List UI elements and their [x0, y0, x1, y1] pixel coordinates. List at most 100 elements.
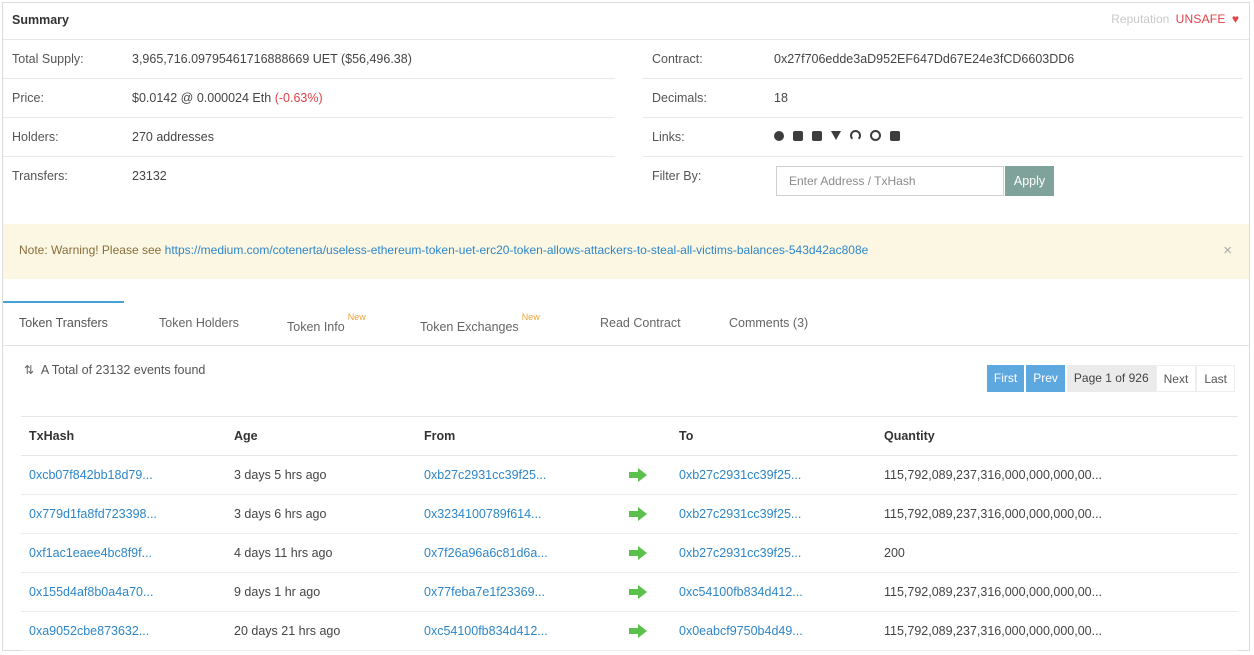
tab-token-exchanges[interactable]: Token ExchangesNew	[420, 301, 540, 345]
quantity-cell: 115,792,089,237,316,000,000,000,00...	[876, 494, 1238, 534]
apply-button[interactable]: Apply	[1005, 166, 1054, 196]
heart-icon: ♥	[1231, 12, 1239, 26]
links-label: Links:	[652, 130, 685, 144]
reputation-status[interactable]: UNSAFE	[1176, 12, 1226, 26]
email-icon[interactable]	[793, 130, 803, 141]
github-icon[interactable]	[850, 130, 861, 141]
telegram-icon[interactable]	[890, 130, 900, 141]
price-change: (-0.63%)	[274, 91, 323, 105]
reputation-label: Reputation	[1111, 12, 1170, 26]
table-row: 0xa9052cbe873632... 20 days 21 hrs ago 0…	[21, 611, 1238, 651]
price-label: Price:	[12, 91, 44, 105]
contract-address-link[interactable]: 0x27f706edde3aD952EF647Dd67E24e3fCD6603D…	[774, 52, 1074, 66]
new-badge: New	[347, 312, 366, 322]
quantity-cell: 200	[876, 533, 1238, 573]
right-arrow-icon	[621, 455, 671, 495]
from-address-link[interactable]: 0x3234100789f614...	[424, 507, 541, 521]
to-address-link[interactable]: 0xb27c2931cc39f25...	[679, 468, 801, 482]
twitter-icon[interactable]	[831, 131, 841, 140]
from-address-link[interactable]: 0xb27c2931cc39f25...	[424, 468, 546, 482]
age-cell: 9 days 1 hr ago	[226, 572, 416, 612]
txhash-link[interactable]: 0x155d4af8b0a4a70...	[29, 585, 153, 599]
events-total: ⇅ A Total of 23132 events found	[24, 363, 205, 377]
filter-input[interactable]	[776, 166, 1004, 196]
tab-label: Token Transfers	[19, 316, 108, 330]
quantity-cell: 115,792,089,237,316,000,000,000,00...	[876, 455, 1238, 495]
holders-row: Holders: 270 addresses	[3, 118, 615, 157]
last-page-button[interactable]: Last	[1196, 365, 1235, 392]
total-supply-row: Total Supply: 3,965,716.0979546171688866…	[3, 40, 615, 79]
facebook-icon[interactable]	[812, 130, 822, 141]
table-row: 0x155d4af8b0a4a70... 9 days 1 hr ago 0x7…	[21, 572, 1238, 612]
to-address-link[interactable]: 0xb27c2931cc39f25...	[679, 546, 801, 560]
quantity-cell: 115,792,089,237,316,000,000,000,00...	[876, 611, 1238, 651]
age-cell: 3 days 5 hrs ago	[226, 455, 416, 495]
total-supply-value: 3,965,716.09795461716888669 UET ($56,496…	[132, 52, 412, 66]
contract-label: Contract:	[652, 52, 703, 66]
pagination: First Prev Page 1 of 926 Next Last	[986, 365, 1235, 392]
warning-link[interactable]: https://medium.com/cotenerta/useless-eth…	[165, 243, 869, 257]
tab-bar: Token Transfers Token Holders Token Info…	[3, 301, 1249, 346]
summary-header: Summary Reputation UNSAFE ♥	[3, 3, 1249, 40]
next-page-button[interactable]: Next	[1155, 365, 1197, 392]
table-row: 0xf1ac1eaee4bc8f9f... 4 days 11 hrs ago …	[21, 533, 1238, 573]
price-value: $0.0142 @ 0.000024 Eth	[132, 91, 272, 105]
col-quantity: Quantity	[876, 416, 1238, 456]
txhash-link[interactable]: 0x779d1fa8fd723398...	[29, 507, 157, 521]
sort-icon: ⇅	[24, 363, 35, 377]
social-links	[774, 130, 900, 141]
to-address-link[interactable]: 0xc54100fb834d412...	[679, 585, 803, 599]
filter-label: Filter By:	[652, 169, 702, 183]
table-row: 0x779d1fa8fd723398... 3 days 6 hrs ago 0…	[21, 494, 1238, 534]
quantity-cell: 115,792,089,237,316,000,000,000,00...	[876, 572, 1238, 612]
right-arrow-icon	[621, 533, 671, 573]
token-page: Summary Reputation UNSAFE ♥ Total Supply…	[2, 2, 1250, 651]
website-icon[interactable]	[774, 130, 784, 141]
price-value-wrap: $0.0142 @ 0.000024 Eth (-0.63%)	[132, 91, 323, 105]
decimals-label: Decimals:	[652, 91, 707, 105]
age-cell: 20 days 21 hrs ago	[226, 611, 416, 651]
to-address-link[interactable]: 0x0eabcf9750b4d49...	[679, 624, 803, 638]
transfers-value: 23132	[132, 169, 167, 183]
close-icon[interactable]: ×	[1223, 242, 1232, 259]
new-badge: New	[521, 312, 540, 322]
to-address-link[interactable]: 0xb27c2931cc39f25...	[679, 507, 801, 521]
holders-label: Holders:	[12, 130, 59, 144]
transfers-label: Transfers:	[12, 169, 68, 183]
prev-page-button[interactable]: Prev	[1026, 365, 1065, 392]
summary-title: Summary	[12, 13, 69, 27]
tab-label: Read Contract	[600, 316, 681, 330]
holders-value: 270 addresses	[132, 130, 215, 144]
txhash-link[interactable]: 0xcb07f842bb18d79...	[29, 468, 153, 482]
tab-read-contract[interactable]: Read Contract	[600, 301, 681, 345]
events-total-text: A Total of 23132 events found	[40, 363, 206, 377]
reputation: Reputation UNSAFE ♥	[1111, 12, 1239, 26]
txhash-link[interactable]: 0xa9052cbe873632...	[29, 624, 149, 638]
tab-token-transfers[interactable]: Token Transfers	[3, 301, 124, 347]
right-arrow-icon	[621, 611, 671, 651]
from-address-link[interactable]: 0xc54100fb834d412...	[424, 624, 548, 638]
from-address-link[interactable]: 0x77feba7e1f23369...	[424, 585, 545, 599]
from-address-link[interactable]: 0x7f26a96a6c81d6a...	[424, 546, 548, 560]
tab-label: Token Exchanges	[420, 320, 519, 335]
tab-label: Token Info	[287, 320, 345, 335]
tab-label: Comments (3)	[729, 316, 809, 330]
links-row: Links:	[643, 118, 1243, 157]
right-arrow-icon	[621, 572, 671, 612]
price-row: Price: $0.0142 @ 0.000024 Eth (-0.63%)	[3, 79, 615, 118]
warning-text: Note: Warning! Please see	[19, 243, 162, 257]
summary-left: Total Supply: 3,965,716.0979546171688866…	[3, 40, 615, 195]
summary-right: Contract: 0x27f706edde3aD952EF647Dd67E24…	[643, 40, 1243, 207]
reddit-icon[interactable]	[870, 130, 881, 141]
warning-note: Note: Warning! Please see https://medium…	[3, 224, 1249, 279]
tab-comments[interactable]: Comments (3)	[729, 301, 808, 345]
tab-token-info[interactable]: Token InfoNew	[287, 301, 366, 345]
filter-row: Filter By: Apply	[643, 157, 1243, 207]
age-cell: 3 days 6 hrs ago	[226, 494, 416, 534]
table-header-row: TxHash Age From To Quantity	[21, 416, 1238, 456]
tab-token-holders[interactable]: Token Holders	[159, 301, 239, 345]
table-row: 0xcb07f842bb18d79... 3 days 5 hrs ago 0x…	[21, 455, 1238, 495]
first-page-button[interactable]: First	[986, 365, 1025, 392]
txhash-link[interactable]: 0xf1ac1eaee4bc8f9f...	[29, 546, 152, 560]
age-cell: 4 days 11 hrs ago	[226, 533, 416, 573]
